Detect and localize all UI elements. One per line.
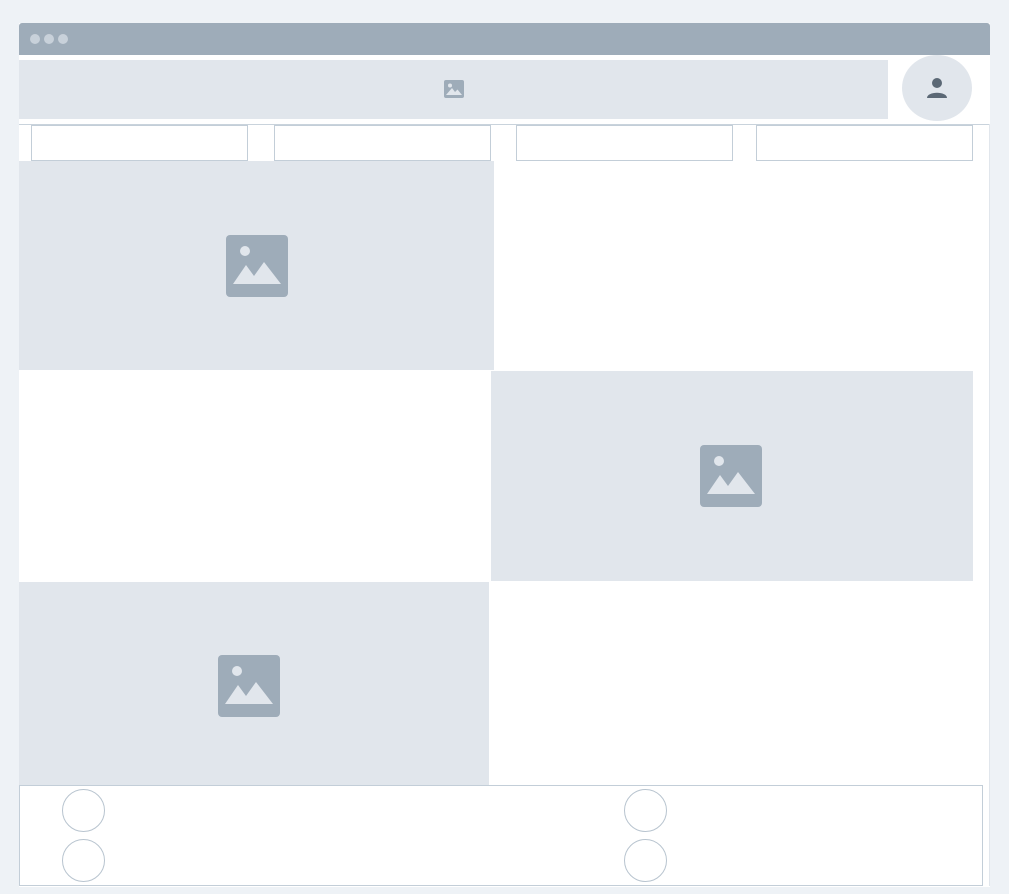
content-image-1 xyxy=(19,161,494,370)
user-icon xyxy=(927,78,947,98)
footer-options-panel xyxy=(19,785,983,886)
user-avatar-button[interactable] xyxy=(902,55,972,121)
radio-option-1[interactable] xyxy=(62,789,105,832)
header-banner-placeholder xyxy=(19,60,888,119)
radio-option-3[interactable] xyxy=(624,789,667,832)
radio-option-4[interactable] xyxy=(624,839,667,882)
image-placeholder-icon xyxy=(444,80,464,98)
tab-4[interactable] xyxy=(756,125,973,161)
tab-1[interactable] xyxy=(31,125,248,161)
image-placeholder-icon xyxy=(700,445,762,507)
window-titlebar xyxy=(19,23,990,55)
browser-window xyxy=(19,23,990,887)
radio-option-2[interactable] xyxy=(62,839,105,882)
content-image-2 xyxy=(491,371,973,581)
image-placeholder-icon xyxy=(218,655,280,717)
tab-2[interactable] xyxy=(274,125,491,161)
tab-3[interactable] xyxy=(516,125,733,161)
content-image-3 xyxy=(19,582,489,785)
window-close-dot[interactable] xyxy=(30,34,40,44)
image-placeholder-icon xyxy=(226,235,288,297)
right-border xyxy=(989,124,990,886)
window-maximize-dot[interactable] xyxy=(58,34,68,44)
window-minimize-dot[interactable] xyxy=(44,34,54,44)
